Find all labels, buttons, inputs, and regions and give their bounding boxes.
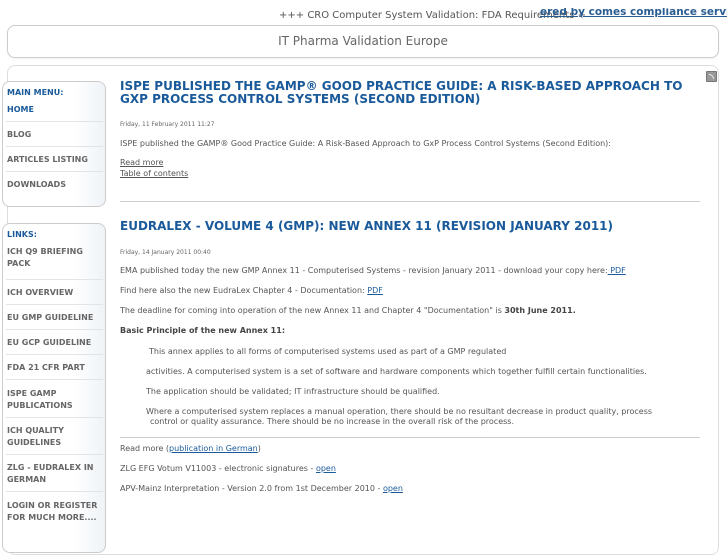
paragraph-text: Find here also the new EudraLex Chapter … <box>120 286 368 295</box>
article-2-title[interactable]: EUDRALEX - VOLUME 4 (GMP): NEW ANNEX 11 … <box>120 220 613 233</box>
menu-divider <box>6 329 103 330</box>
zlg-votum-line: ZLG EFG Votum V11003 - electronic signat… <box>120 464 336 473</box>
article-1-date: Friday, 11 February 2011 11:27 <box>120 121 215 128</box>
menu-divider <box>6 454 103 455</box>
link-ich-overview[interactable]: ICH OVERVIEW <box>7 287 103 299</box>
article-1-read-more-link[interactable]: Read more <box>120 158 163 167</box>
apv-text: APV-Mainz Interpretation - Version 2.0 f… <box>120 484 383 493</box>
read-more-suffix: ) <box>257 444 261 453</box>
link-login-register[interactable]: LOGIN OR REGISTER FOR MUCH MORE.... <box>7 500 103 524</box>
site-header: IT Pharma Validation Europe <box>7 25 719 58</box>
principle-line-3: The application should be validated; IT … <box>146 387 440 396</box>
site-title: IT Pharma Validation Europe <box>278 34 448 48</box>
menu-item-home[interactable]: HOME <box>7 104 103 116</box>
menu-divider <box>6 146 103 147</box>
article-2-paragraph-2: Find here also the new EudraLex Chapter … <box>120 286 383 295</box>
article-2-paragraph-3: The deadline for coming into operation o… <box>120 306 576 315</box>
menu-divider <box>6 304 103 305</box>
link-fda-21-cfr-part[interactable]: FDA 21 CFR PART <box>7 362 103 374</box>
article-1-summary: ISPE published the GAMP® Good Practice G… <box>120 139 611 148</box>
article-divider <box>120 437 700 438</box>
publication-in-german-link[interactable]: publication in German <box>169 444 258 453</box>
article-2-date: Friday, 14 January 2011 00:40 <box>120 249 211 256</box>
main-menu: MAIN MENU: HOME BLOG ARTICLES LISTING DO… <box>2 81 106 207</box>
paragraph-text: The deadline for coming into operation o… <box>120 306 505 315</box>
article-1-title-line-2[interactable]: GXP PROCESS CONTROL SYSTEMS (SECOND EDIT… <box>120 93 480 106</box>
link-ispe-gamp-publications[interactable]: ISPE GAMP PUBLICATIONS <box>7 388 103 412</box>
news-ticker: +++ CRO Computer System Validation: FDA … <box>0 8 727 24</box>
chapter-4-pdf-link[interactable]: PDF <box>367 286 383 295</box>
ticker-link[interactable]: ered by comes compliance services <box>540 8 727 18</box>
principle-line-5: control or quality assurance. There shou… <box>150 417 515 426</box>
read-more-prefix: Read more ( <box>120 444 170 453</box>
zlg-text: ZLG EFG Votum V11003 - electronic signat… <box>120 464 316 473</box>
deadline-date: 30th June 2011. <box>504 306 576 315</box>
links-menu: LINKS: ICH Q9 BRIEFING PACK ICH OVERVIEW… <box>2 223 106 553</box>
menu-divider <box>6 171 103 172</box>
principle-line-1: This annex applies to all forms of compu… <box>149 347 507 356</box>
links-heading: LINKS: <box>7 230 37 239</box>
principle-line-2: activities. A computerised system is a s… <box>146 367 647 376</box>
article-1-toc-link[interactable]: Table of contents <box>120 169 188 178</box>
apv-interpretation-line: APV-Mainz Interpretation - Version 2.0 f… <box>120 484 403 493</box>
principle-heading: Basic Principle of the new Annex 11: <box>120 326 286 335</box>
link-ich-quality-guidelines[interactable]: ICH QUALITY GUIDELINES <box>7 425 103 449</box>
article-divider <box>120 201 700 202</box>
menu-divider <box>6 491 103 492</box>
link-eu-gmp-guideline[interactable]: EU GMP GUIDELINE <box>7 312 103 324</box>
link-ich-q9-briefing-pack[interactable]: ICH Q9 BRIEFING PACK <box>7 246 103 270</box>
menu-divider <box>6 279 103 280</box>
menu-item-articles-listing[interactable]: ARTICLES LISTING <box>7 154 103 166</box>
paragraph-text: EMA published today the new GMP Annex 11… <box>120 266 608 275</box>
principle-line-4: Where a computerised system replaces a m… <box>146 407 653 416</box>
menu-item-downloads[interactable]: DOWNLOADS <box>7 179 103 191</box>
menu-item-blog[interactable]: BLOG <box>7 129 103 141</box>
menu-divider <box>6 121 103 122</box>
article-2-paragraph-1: EMA published today the new GMP Annex 11… <box>120 266 626 275</box>
menu-divider <box>6 379 103 380</box>
link-eu-gcp-guideline[interactable]: EU GCP GUIDELINE <box>7 337 103 349</box>
link-zlg-eudralex-german[interactable]: ZLG - EUDRALEX IN GERMAN <box>7 462 103 486</box>
menu-divider <box>6 354 103 355</box>
main-menu-heading: MAIN MENU: <box>7 88 64 97</box>
apv-open-link[interactable]: open <box>383 484 403 493</box>
zlg-open-link[interactable]: open <box>316 464 336 473</box>
article-2-read-more: Read more (publication in German) <box>120 444 261 453</box>
annex-11-pdf-link[interactable]: PDF <box>608 266 626 275</box>
rss-feed-icon[interactable] <box>706 71 717 82</box>
menu-divider <box>6 417 103 418</box>
